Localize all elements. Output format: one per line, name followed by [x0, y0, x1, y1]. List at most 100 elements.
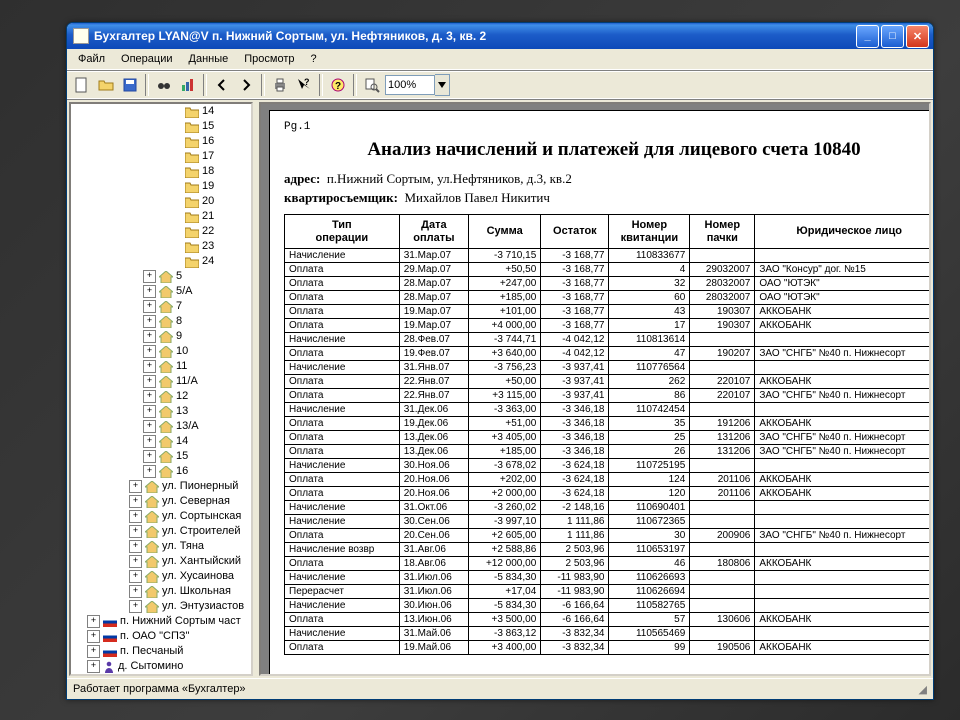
- tree-node-13[interactable]: +13: [71, 404, 251, 419]
- expand-toggle[interactable]: +: [87, 615, 100, 628]
- node-label: 21: [202, 209, 214, 224]
- expand-toggle[interactable]: +: [143, 315, 156, 328]
- tree-node-ул. Хантыйский[interactable]: +ул. Хантыйский: [71, 554, 251, 569]
- binoculars-icon[interactable]: [153, 74, 175, 96]
- open-icon[interactable]: [95, 74, 117, 96]
- tree-node-8[interactable]: +8: [71, 314, 251, 329]
- context-help-icon[interactable]: ?: [293, 74, 315, 96]
- tree-node-ул. Хусаинова[interactable]: +ул. Хусаинова: [71, 569, 251, 584]
- expand-toggle[interactable]: +: [129, 510, 142, 523]
- new-icon[interactable]: [71, 74, 93, 96]
- tree-node-ул. Строителей[interactable]: +ул. Строителей: [71, 524, 251, 539]
- cell: ЗАО "СНГБ" №40 п. Нижнесорт: [755, 389, 931, 403]
- expand-toggle[interactable]: +: [143, 450, 156, 463]
- tree-node-5-А[interactable]: +5/А: [71, 284, 251, 299]
- tree-node-24[interactable]: 24: [71, 254, 251, 269]
- minimize-button[interactable]: _: [856, 25, 879, 48]
- tree-node-п. Нижний Сортым част[interactable]: +п. Нижний Сортым част: [71, 614, 251, 629]
- tree-node-д. Сытомино[interactable]: +д. Сытомино: [71, 659, 251, 674]
- tree-node-14[interactable]: 14: [71, 104, 251, 119]
- tree-node-ул. Сортынская[interactable]: +ул. Сортынская: [71, 509, 251, 524]
- expand-toggle[interactable]: +: [87, 675, 100, 676]
- tree-node-15[interactable]: 15: [71, 119, 251, 134]
- navigation-tree[interactable]: 1415161718192021222324+5+5/А+7+8+9+10+11…: [69, 102, 253, 676]
- tree-node-22[interactable]: 22: [71, 224, 251, 239]
- tree-node-5[interactable]: +5: [71, 269, 251, 284]
- cell: Начисление: [285, 361, 400, 375]
- cell: -4 042,12: [541, 347, 609, 361]
- menu-Файл[interactable]: Файл: [71, 51, 112, 67]
- tree-node-16[interactable]: +16: [71, 464, 251, 479]
- expand-toggle[interactable]: +: [143, 465, 156, 478]
- tree-node-13-А[interactable]: +13/А: [71, 419, 251, 434]
- close-button[interactable]: ✕: [906, 25, 929, 48]
- tree-node-17[interactable]: 17: [71, 149, 251, 164]
- tree-node-7[interactable]: +7: [71, 299, 251, 314]
- report-panel[interactable]: Pg.1 Анализ начислений и платежей для ли…: [259, 102, 931, 676]
- tree-node-11[interactable]: +11: [71, 359, 251, 374]
- expand-toggle[interactable]: +: [143, 300, 156, 313]
- tree-node-ул. Тяна[interactable]: +ул. Тяна: [71, 539, 251, 554]
- chevron-down-icon[interactable]: [435, 74, 450, 96]
- tree-node-14[interactable]: +14: [71, 434, 251, 449]
- print-icon[interactable]: [269, 74, 291, 96]
- help-icon[interactable]: ?: [327, 74, 349, 96]
- menu-Данные[interactable]: Данные: [182, 51, 236, 67]
- zoom-tool-icon[interactable]: [361, 74, 383, 96]
- expand-toggle[interactable]: +: [129, 525, 142, 538]
- expand-toggle[interactable]: +: [129, 585, 142, 598]
- menu-Операции[interactable]: Операции: [114, 51, 179, 67]
- tree-node-Население[interactable]: +Население: [71, 674, 251, 676]
- save-icon[interactable]: [119, 74, 141, 96]
- expand-toggle[interactable]: +: [129, 540, 142, 553]
- menu-?[interactable]: ?: [304, 51, 324, 67]
- tree-node-п. Песчаный[interactable]: +п. Песчаный: [71, 644, 251, 659]
- tree-node-11-А[interactable]: +11/А: [71, 374, 251, 389]
- cell: 20.Ноя.06: [399, 473, 468, 487]
- node-label: 12: [176, 389, 188, 404]
- expand-toggle[interactable]: +: [129, 570, 142, 583]
- titlebar[interactable]: Бухгалтер LYAN@V п. Нижний Сортым, ул. Н…: [67, 23, 933, 49]
- expand-toggle[interactable]: +: [87, 645, 100, 658]
- tree-node-15[interactable]: +15: [71, 449, 251, 464]
- expand-toggle[interactable]: +: [87, 660, 100, 673]
- tree-node-ул. Северная[interactable]: +ул. Северная: [71, 494, 251, 509]
- tree-node-ул. Школьная[interactable]: +ул. Школьная: [71, 584, 251, 599]
- expand-toggle[interactable]: +: [143, 405, 156, 418]
- expand-toggle[interactable]: +: [143, 285, 156, 298]
- expand-toggle[interactable]: +: [143, 330, 156, 343]
- tree-node-18[interactable]: 18: [71, 164, 251, 179]
- menu-Просмотр[interactable]: Просмотр: [237, 51, 301, 67]
- expand-toggle[interactable]: +: [143, 375, 156, 388]
- tree-node-10[interactable]: +10: [71, 344, 251, 359]
- expand-toggle[interactable]: +: [87, 630, 100, 643]
- tree-node-16[interactable]: 16: [71, 134, 251, 149]
- zoom-input[interactable]: [385, 75, 435, 95]
- tree-node-ул. Энтузиастов[interactable]: +ул. Энтузиастов: [71, 599, 251, 614]
- tree-node-12[interactable]: +12: [71, 389, 251, 404]
- expand-toggle[interactable]: +: [129, 495, 142, 508]
- expand-toggle[interactable]: +: [143, 360, 156, 373]
- tree-node-п. ОАО "СПЗ"[interactable]: +п. ОАО "СПЗ": [71, 629, 251, 644]
- tree-node-19[interactable]: 19: [71, 179, 251, 194]
- tree-node-20[interactable]: 20: [71, 194, 251, 209]
- expand-toggle[interactable]: +: [129, 480, 142, 493]
- tree-node-21[interactable]: 21: [71, 209, 251, 224]
- expand-toggle[interactable]: +: [143, 270, 156, 283]
- expand-toggle[interactable]: +: [129, 555, 142, 568]
- resize-grip-icon[interactable]: ◢: [919, 683, 927, 696]
- cell: 20.Ноя.06: [399, 487, 468, 501]
- tree-node-ул. Пионерный[interactable]: +ул. Пионерный: [71, 479, 251, 494]
- arrow-right-icon[interactable]: [235, 74, 257, 96]
- expand-toggle[interactable]: +: [143, 435, 156, 448]
- expand-toggle[interactable]: +: [143, 390, 156, 403]
- expand-toggle[interactable]: +: [143, 345, 156, 358]
- expand-toggle[interactable]: +: [143, 420, 156, 433]
- tree-node-9[interactable]: +9: [71, 329, 251, 344]
- expand-toggle[interactable]: +: [129, 600, 142, 613]
- tree-node-23[interactable]: 23: [71, 239, 251, 254]
- chart-icon[interactable]: [177, 74, 199, 96]
- maximize-button[interactable]: □: [881, 25, 904, 48]
- arrow-left-icon[interactable]: [211, 74, 233, 96]
- zoom-combo[interactable]: [385, 74, 450, 96]
